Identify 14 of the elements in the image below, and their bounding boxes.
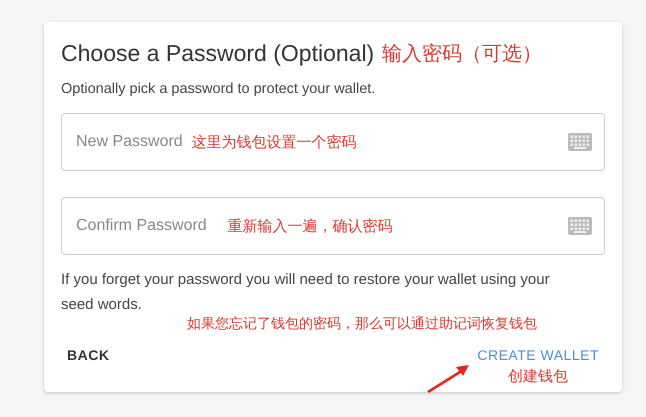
password-field[interactable]: New Password [76,133,184,151]
annotation: 输入密码（可选） [382,40,542,67]
back-button[interactable]: BACK [65,343,112,367]
subtitle: Optionally pick a password to protect your wallet. [61,81,376,97]
keyboard-icon [568,133,592,151]
annotation: 创建钱包 [508,367,568,386]
password-field[interactable]: Confirm Password [76,217,220,235]
dialog-title: Choose a Password (Optional) [61,40,374,67]
annotation: 这里为钱包设置一个密码 [192,132,357,152]
keyboard-icon [568,217,592,235]
annotation: 重新输入一遍，确认密码 [227,216,392,236]
arrow-icon [425,363,472,393]
hint-text: If you forget your password you will need to restore your wallet using your seed words. [61,270,551,315]
annotation: 如果您忘记了钱包的密码，那么可以通过助记词恢复钱包 [187,315,538,333]
